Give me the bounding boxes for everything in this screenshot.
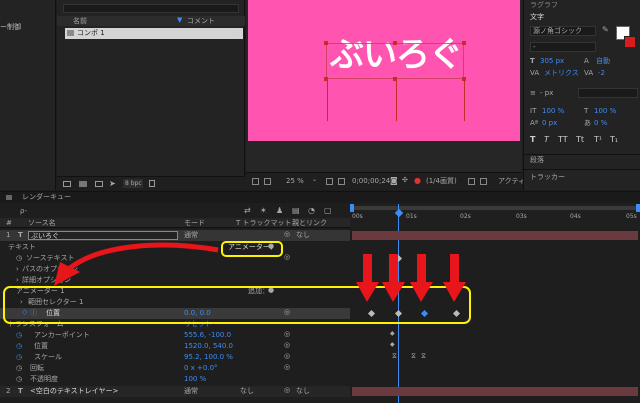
down-arrow-4 <box>443 254 466 302</box>
highlight-animator-group <box>3 286 471 324</box>
down-arrow-2 <box>382 254 405 302</box>
down-arrow-1 <box>356 254 379 302</box>
highlight-animator-button <box>221 241 283 257</box>
down-arrow-3 <box>410 254 433 302</box>
curved-arrow <box>68 242 219 271</box>
annotation-overlay <box>3 241 471 324</box>
